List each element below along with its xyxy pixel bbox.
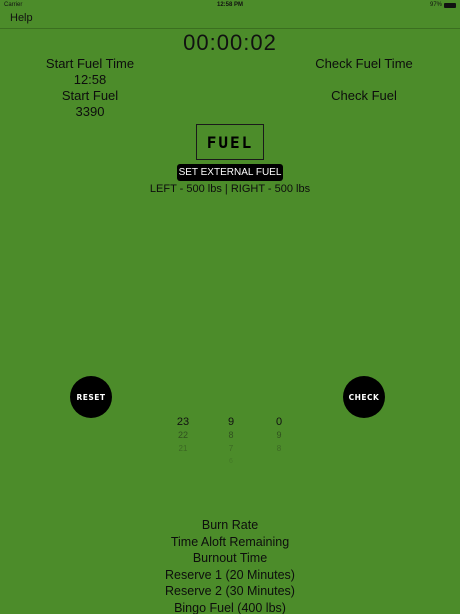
picker-value: 23 [176, 416, 190, 428]
time-aloft-remaining-label: Time Aloft Remaining [170, 534, 290, 549]
burn-rate-label: Burn Rate [201, 518, 259, 532]
start-fuel-value: 3390 [75, 104, 105, 119]
picker-value: 8 [276, 444, 282, 453]
picker-value: 9 [227, 416, 235, 428]
picker-column-2[interactable]: 9 8 7 6 [211, 416, 251, 468]
picker-value: 7 [228, 444, 234, 453]
battery-percent: 97% [429, 2, 442, 8]
status-time: 12:58 PM [216, 2, 243, 8]
start-fuel-time-value: 12:58 [73, 72, 107, 87]
check-fuel-section: Check Fuel Time Check Fuel [304, 56, 424, 104]
reserve-1-label: Reserve 1 (20 Minutes) [165, 567, 295, 582]
set-external-fuel-button[interactable]: SET EXTERNAL FUEL [177, 164, 283, 181]
picker-column-1[interactable]: 23 22 21 [163, 416, 203, 455]
status-bar: Carrier 12:58 PM 97% [0, 0, 460, 10]
results-list: Burn Rate Time Aloft Remaining Burnout T… [0, 517, 460, 614]
battery-indicator: 97% [430, 2, 456, 8]
reset-button[interactable]: RESET [70, 376, 112, 418]
reserve-2-label: Reserve 2 (30 Minutes) [165, 584, 295, 598]
fuel-logo: FUEL [196, 124, 264, 160]
check-button[interactable]: CHECK [343, 376, 385, 418]
help-button[interactable]: Help [10, 12, 33, 24]
picker-value: 21 [178, 444, 188, 453]
picker-value: 0 [275, 416, 283, 428]
battery-icon [444, 2, 456, 8]
elapsed-timer: 00:00:02 [183, 30, 277, 55]
start-fuel-time-label: Start Fuel Time [45, 56, 135, 71]
nav-bar: Help [0, 10, 460, 29]
start-fuel-label: Start Fuel [61, 88, 119, 103]
picker-value: 22 [177, 430, 188, 440]
picker-value: 6 [229, 458, 233, 465]
bingo-fuel-label: Bingo Fuel (400 lbs) [174, 600, 286, 614]
burnout-time-label: Burnout Time [192, 551, 268, 565]
check-fuel-label: Check Fuel [331, 88, 397, 103]
picker-value: 9 [276, 430, 282, 440]
start-fuel-section: Start Fuel Time 12:58 Start Fuel 3390 [38, 56, 142, 120]
external-fuel-info: LEFT - 500 lbs | RIGHT - 500 lbs [149, 183, 311, 195]
picker-column-3[interactable]: 0 9 8 [259, 416, 299, 455]
fuel-picker[interactable]: 23 22 21 9 8 7 6 0 9 8 [160, 416, 300, 465]
picker-value: 8 [228, 430, 234, 440]
check-fuel-time-label: Check Fuel Time [315, 56, 413, 71]
